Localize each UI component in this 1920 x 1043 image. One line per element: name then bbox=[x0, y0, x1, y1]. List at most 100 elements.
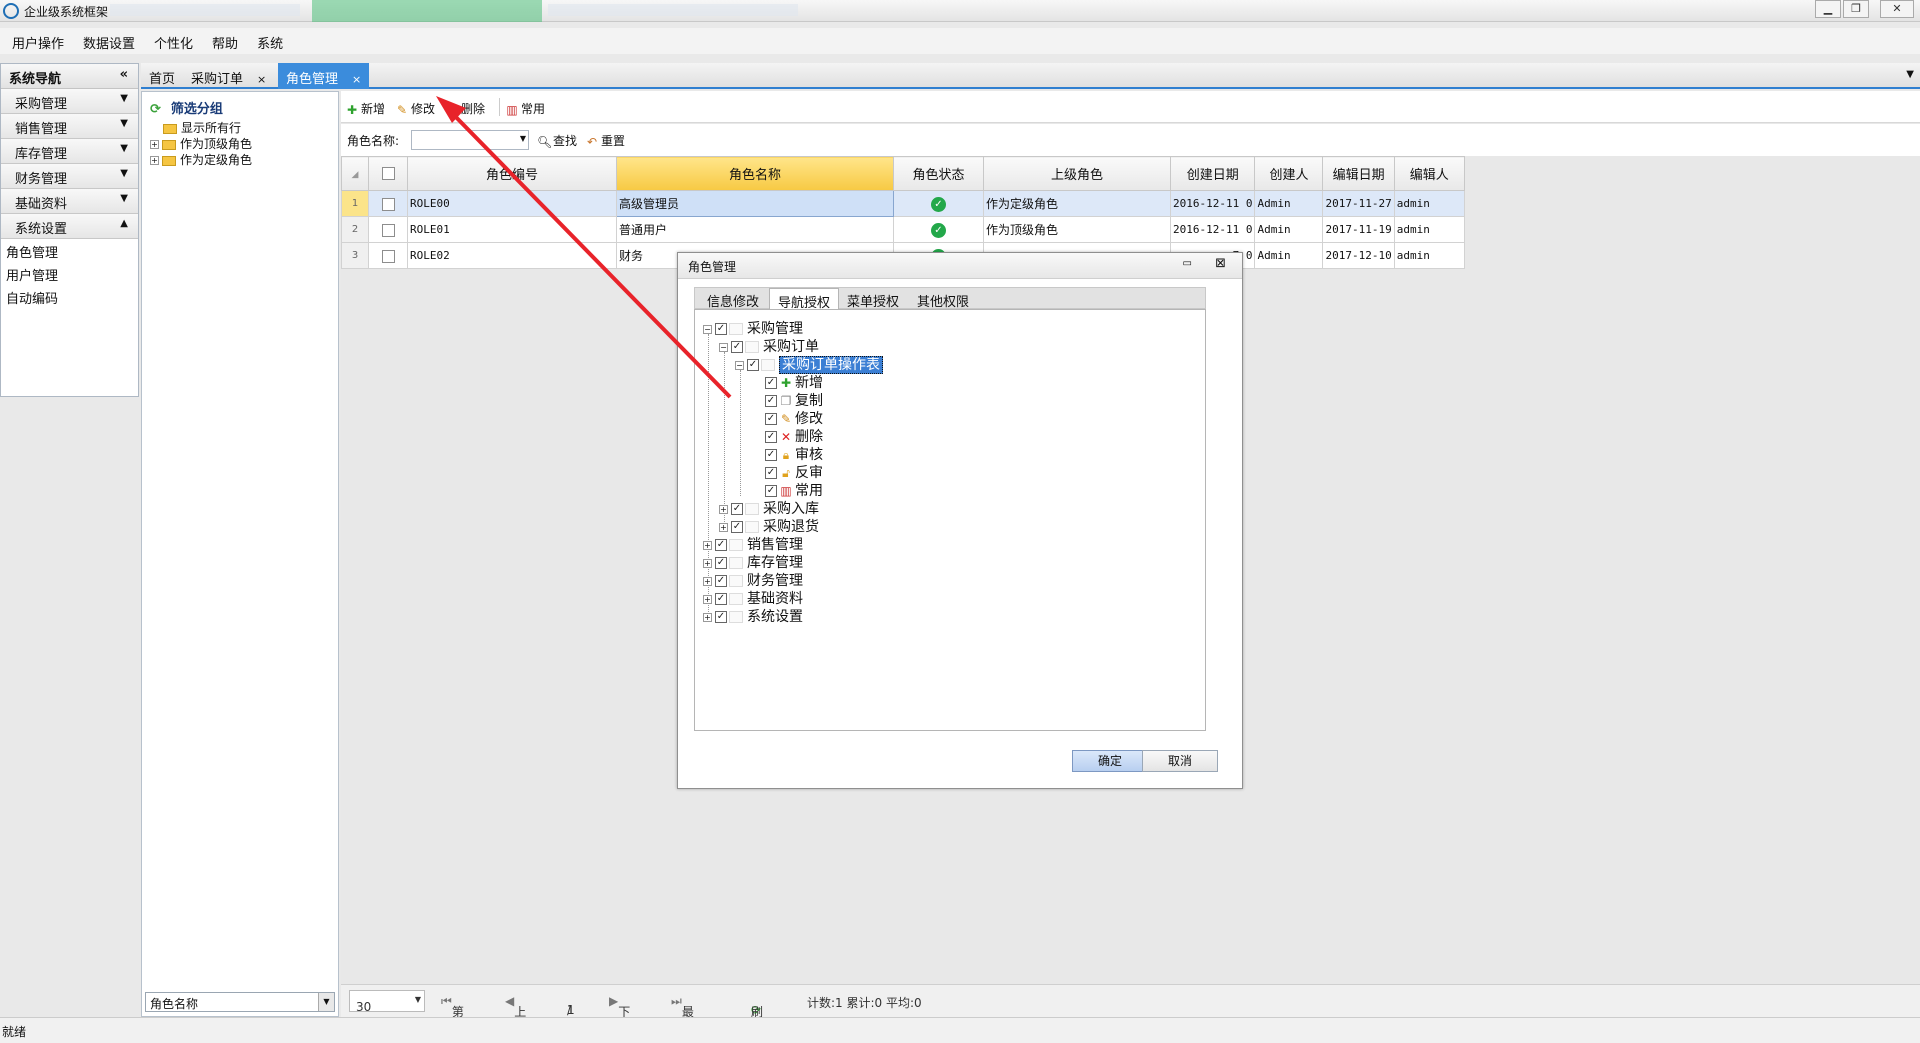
node-checkbox[interactable]: ✓ bbox=[765, 431, 777, 443]
tree-node-basic-data[interactable]: + ✓ 基础资料 bbox=[703, 590, 803, 608]
tree-node-inventory-mgmt[interactable]: + ✓ 库存管理 bbox=[703, 554, 803, 572]
tab-home[interactable]: 首页 bbox=[141, 63, 183, 89]
col-header-role-status[interactable]: 角色状态 bbox=[893, 156, 984, 191]
delete-button[interactable]: ✕ 删除 bbox=[445, 100, 485, 117]
node-checkbox[interactable]: ✓ bbox=[747, 359, 759, 371]
expand-icon[interactable]: + bbox=[719, 504, 728, 514]
nav-item-user-management[interactable]: 用户管理 bbox=[1, 262, 138, 285]
nav-group-finance[interactable]: 财务管理 ▼ bbox=[1, 164, 138, 189]
nav-group-basic-data[interactable]: 基础资料 ▼ bbox=[1, 189, 138, 214]
tree-node-op-delete[interactable]: ✓ ✕ 删除 bbox=[765, 428, 823, 446]
filter-field-select[interactable]: 角色名称 ▼ bbox=[145, 992, 335, 1012]
col-header-role-code[interactable]: 角色编号 bbox=[407, 156, 617, 191]
tab-menu-icon[interactable]: ▼ bbox=[1906, 69, 1914, 80]
nav-item-auto-code[interactable]: 自动编码 bbox=[1, 285, 138, 308]
tree-node-op-audit[interactable]: ✓ 🔒︎ 审核 bbox=[765, 446, 823, 464]
expand-icon[interactable]: + bbox=[150, 140, 159, 149]
tab-close-icon[interactable]: × bbox=[352, 73, 361, 86]
dropdown-arrow-icon[interactable]: ▼ bbox=[520, 134, 526, 143]
next-page-button[interactable]: ▶ 下一页 bbox=[609, 994, 630, 1043]
expand-icon[interactable]: + bbox=[703, 540, 712, 550]
tree-node-purchase-inbound[interactable]: + ✓ 采购入库 bbox=[719, 500, 819, 518]
collapse-icon[interactable]: − bbox=[735, 360, 744, 370]
expand-icon[interactable]: + bbox=[719, 522, 728, 532]
node-checkbox[interactable]: ✓ bbox=[715, 593, 727, 605]
tab-purchase-order[interactable]: 采购订单 × bbox=[183, 63, 274, 89]
collapse-icon[interactable]: − bbox=[719, 342, 728, 352]
minimize-button[interactable]: ▁ bbox=[1815, 0, 1841, 18]
expand-icon[interactable]: + bbox=[150, 156, 159, 165]
node-checkbox[interactable]: ✓ bbox=[765, 449, 777, 461]
role-name-input[interactable]: ▼ bbox=[411, 130, 529, 150]
node-checkbox[interactable]: ✓ bbox=[765, 377, 777, 389]
node-checkbox[interactable]: ✓ bbox=[715, 323, 727, 335]
row-checkbox-cell[interactable] bbox=[368, 216, 408, 243]
col-header-edit-date[interactable]: 编辑日期 bbox=[1322, 156, 1395, 191]
dialog-tab-nav-auth[interactable]: 导航授权 bbox=[769, 288, 840, 311]
node-checkbox[interactable]: ✓ bbox=[765, 413, 777, 425]
tree-node-purchase-order[interactable]: − ✓ 采购订单 bbox=[719, 338, 819, 356]
nav-group-inventory[interactable]: 库存管理 ▼ bbox=[1, 139, 138, 164]
table-row[interactable]: 1 ROLE00 高级管理员 ✓ 作为定级角色 2016-12-11 0 Adm… bbox=[341, 190, 1465, 217]
page-size-select[interactable]: 30 ▼ bbox=[349, 990, 425, 1014]
nav-item-role-management[interactable]: 角色管理 bbox=[1, 239, 138, 262]
select-all-checkbox[interactable] bbox=[381, 167, 395, 180]
node-checkbox[interactable]: ✓ bbox=[715, 539, 727, 551]
dropdown-arrow-icon[interactable]: ▼ bbox=[318, 993, 334, 1011]
dropdown-arrow-icon[interactable]: ▼ bbox=[415, 995, 421, 1004]
dialog-tab-other-perms[interactable]: 其他权限 bbox=[909, 288, 977, 310]
node-checkbox[interactable]: ✓ bbox=[765, 485, 777, 497]
menu-personalize[interactable]: 个性化 bbox=[142, 28, 200, 52]
last-page-button[interactable]: ⏭ 最后一页 bbox=[671, 994, 694, 1043]
restore-button[interactable]: ❐ bbox=[1843, 0, 1869, 18]
row-checkbox[interactable] bbox=[381, 197, 395, 211]
tree-node-purchase-mgmt[interactable]: − ✓ 采购管理 bbox=[703, 320, 803, 338]
maximize-icon[interactable]: ▭ bbox=[1183, 258, 1192, 269]
collapse-icon[interactable]: − bbox=[703, 324, 712, 334]
expand-icon[interactable]: + bbox=[703, 576, 712, 586]
expand-icon[interactable]: + bbox=[703, 612, 712, 622]
tree-node-purchase-return[interactable]: + ✓ 采购退货 bbox=[719, 518, 819, 536]
menu-system[interactable]: 系统 bbox=[245, 28, 290, 52]
tree-item-show-all[interactable]: 显示所有行 bbox=[150, 120, 338, 136]
node-checkbox[interactable]: ✓ bbox=[731, 341, 743, 353]
row-checkbox[interactable] bbox=[381, 223, 395, 237]
node-checkbox[interactable]: ✓ bbox=[715, 557, 727, 569]
dialog-tab-info-edit[interactable]: 信息修改 bbox=[699, 288, 767, 310]
tree-node-op-copy[interactable]: ✓ ❐ 复制 bbox=[765, 392, 823, 410]
table-row[interactable]: 2 ROLE01 普通用户 ✓ 作为顶级角色 2016-12-11 0 Admi… bbox=[341, 216, 1465, 243]
tree-item-top-role[interactable]: + 作为顶级角色 bbox=[150, 136, 338, 152]
node-checkbox[interactable]: ✓ bbox=[765, 467, 777, 479]
row-checkbox-cell[interactable] bbox=[368, 242, 408, 269]
node-checkbox[interactable]: ✓ bbox=[731, 521, 743, 533]
tree-node-op-add[interactable]: ✓ ✚ 新增 bbox=[765, 374, 823, 392]
tree-node-purchase-order-ops[interactable]: − ✓ 采购订单操作表 bbox=[735, 356, 883, 374]
row-checkbox[interactable] bbox=[381, 249, 395, 263]
col-header-editor[interactable]: 编辑人 bbox=[1393, 156, 1465, 191]
col-header-creator[interactable]: 创建人 bbox=[1254, 156, 1324, 191]
expand-icon[interactable]: + bbox=[703, 594, 712, 604]
col-header-create-date[interactable]: 创建日期 bbox=[1169, 156, 1256, 191]
nav-group-sales[interactable]: 销售管理 ▼ bbox=[1, 114, 138, 139]
tree-node-op-common[interactable]: ✓ ▥ 常用 bbox=[765, 482, 823, 500]
node-checkbox[interactable]: ✓ bbox=[765, 395, 777, 407]
tree-node-system-settings[interactable]: + ✓ 系统设置 bbox=[703, 608, 803, 626]
collapse-nav-icon[interactable]: « bbox=[120, 67, 128, 82]
nav-group-purchase[interactable]: 采购管理 ▼ bbox=[1, 89, 138, 114]
prev-page-button[interactable]: ◀ 上一页 bbox=[505, 994, 526, 1043]
tree-node-sales-mgmt[interactable]: + ✓ 销售管理 bbox=[703, 536, 803, 554]
menu-help[interactable]: 帮助 bbox=[200, 28, 245, 52]
tab-role-management[interactable]: 角色管理 × bbox=[278, 63, 370, 89]
common-button[interactable]: ▥ 常用 bbox=[505, 100, 545, 117]
first-page-button[interactable]: ⏮ 第一页 bbox=[441, 994, 464, 1043]
expand-icon[interactable]: + bbox=[703, 558, 712, 568]
tree-node-finance-mgmt[interactable]: + ✓ 财务管理 bbox=[703, 572, 803, 590]
col-header-role-name[interactable]: 角色名称 bbox=[616, 156, 894, 191]
cancel-button[interactable]: 取消 bbox=[1142, 750, 1218, 772]
menu-user-ops[interactable]: 用户操作 bbox=[0, 28, 71, 52]
col-header-parent-role[interactable]: 上级角色 bbox=[983, 156, 1171, 191]
tab-close-icon[interactable]: × bbox=[257, 73, 266, 86]
add-button[interactable]: ✚ 新增 bbox=[345, 100, 385, 117]
reset-button[interactable]: ↶ 重置 bbox=[585, 132, 625, 149]
ok-button[interactable]: 确定 bbox=[1072, 750, 1148, 772]
